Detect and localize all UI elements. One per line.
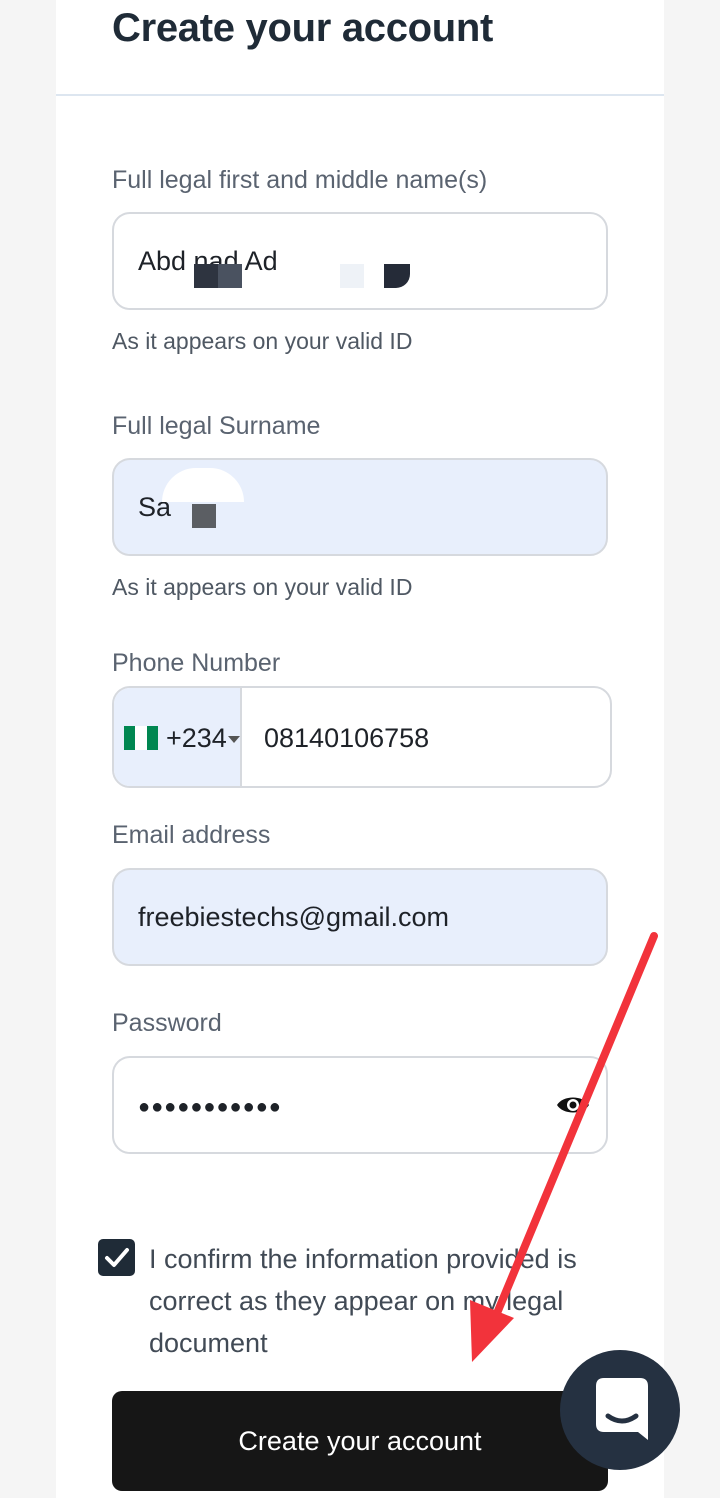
first-name-label: Full legal first and middle name(s) [112,166,488,194]
page-title: Create your account [112,6,494,50]
phone-field: +234 08140106758 [112,686,612,788]
confirm-checkbox[interactable] [98,1239,135,1276]
password-field[interactable]: ●●●●●●●●●●● [112,1056,608,1154]
country-code: +234 [166,723,227,753]
email-field[interactable]: freebiestechs@gmail.com [112,868,608,966]
password-value: ●●●●●●●●●●● [138,1096,282,1118]
nigeria-flag-icon [124,726,158,750]
first-name-field[interactable]: Abd nad Ad [112,212,608,310]
surname-field[interactable]: Sa [112,458,608,556]
email-value: freebiestechs@gmail.com [138,902,450,932]
phone-label: Phone Number [112,649,281,677]
redaction-block [218,264,242,288]
chat-widget-button[interactable] [560,1350,680,1470]
country-code-select[interactable]: +234 [114,688,242,786]
surname-hint: As it appears on your valid ID [112,574,413,600]
page-header: Create your account [56,0,664,96]
redaction-block [384,264,410,288]
redaction-block [192,504,216,528]
redaction-block [162,468,244,502]
eye-icon[interactable] [556,1088,590,1122]
password-label: Password [112,1009,222,1037]
confirm-text: I confirm the information provided is co… [149,1244,577,1358]
redaction-block [340,264,364,288]
surname-label: Full legal Surname [112,412,321,440]
chat-bubble-icon [596,1378,648,1440]
create-account-button[interactable]: Create your account [112,1391,608,1491]
phone-input[interactable]: 08140106758 [264,723,429,754]
first-name-hint: As it appears on your valid ID [112,328,413,354]
caret-down-icon [228,736,240,743]
email-label: Email address [112,821,271,849]
checkmark-icon [105,1248,129,1267]
